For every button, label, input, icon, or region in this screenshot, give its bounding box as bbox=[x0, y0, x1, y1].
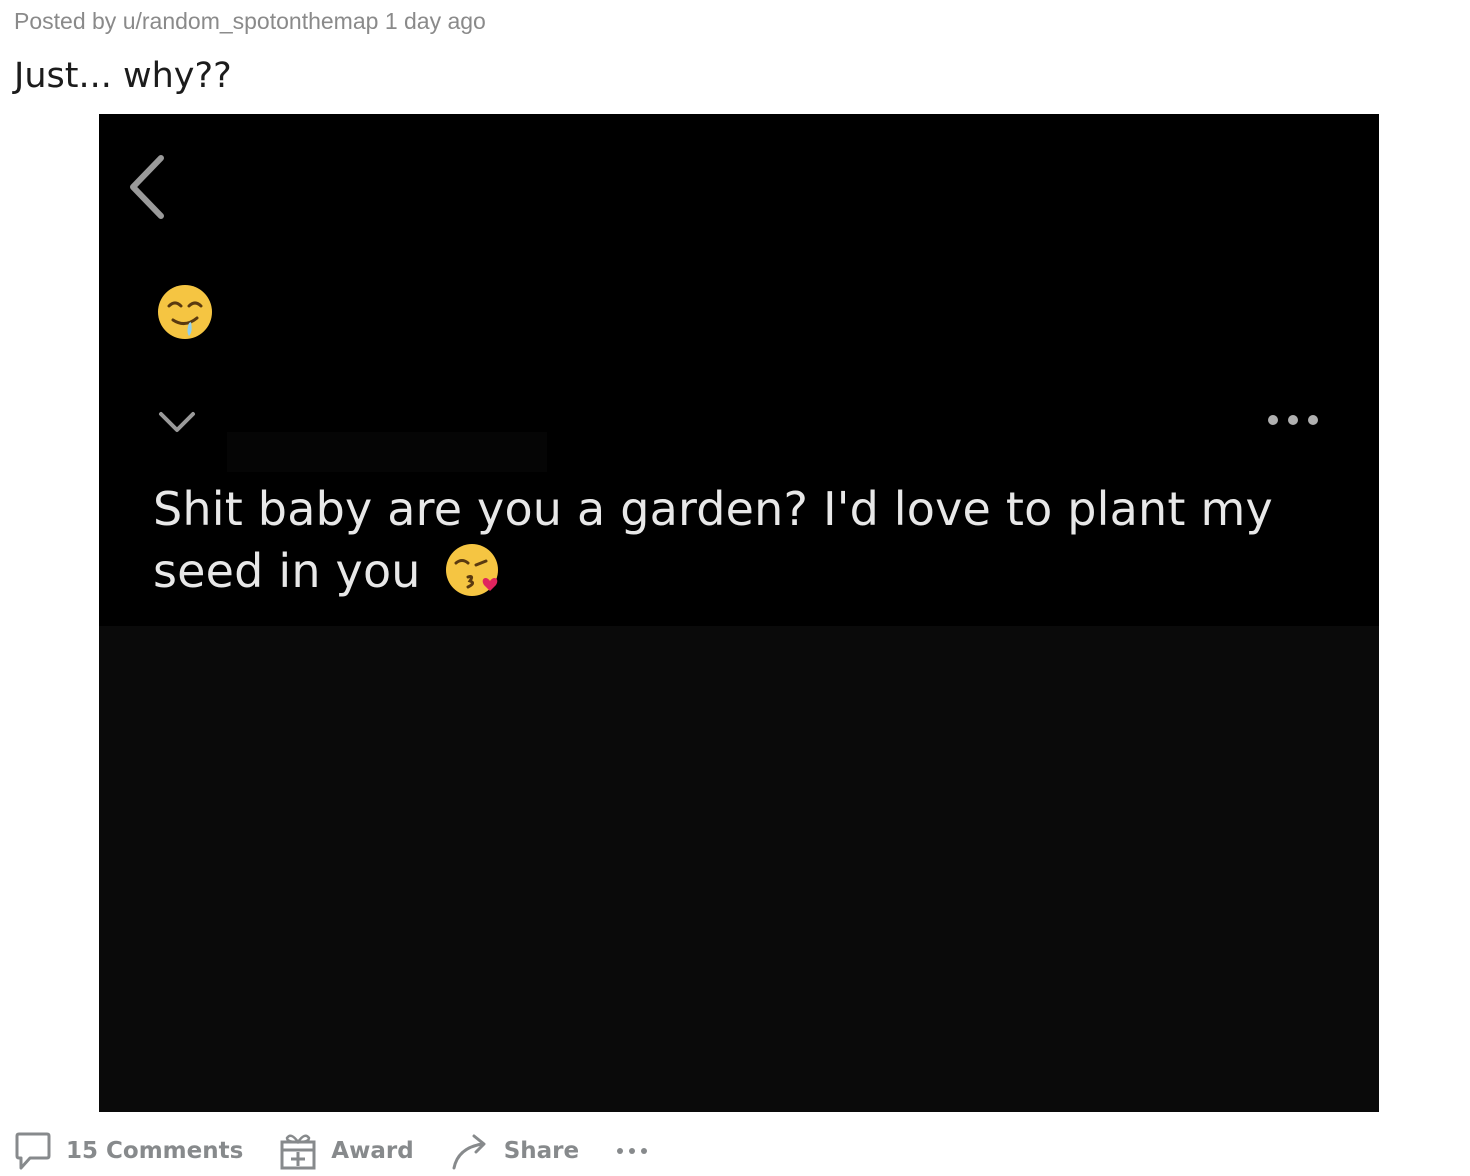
more-horizontal-icon bbox=[617, 1148, 648, 1154]
post-card: Posted by u/random_spotonthemap 1 day ag… bbox=[0, 0, 1470, 1176]
post-title[interactable]: Just... why?? bbox=[14, 56, 232, 96]
comment-bubble-icon bbox=[15, 1132, 51, 1170]
kissing-face-emoji bbox=[445, 543, 498, 596]
post-actions-bar: 15 Comments Award Share bbox=[14, 1126, 663, 1176]
share-arrow-icon bbox=[452, 1134, 486, 1170]
post-image[interactable]: Shit baby are you a garden? I'd love to … bbox=[99, 114, 1379, 1112]
award-label: Award bbox=[331, 1138, 414, 1164]
post-time: 1 day ago bbox=[384, 8, 486, 34]
drooling-face-emoji bbox=[158, 285, 212, 339]
post-meta: Posted by u/random_spotonthemap 1 day ag… bbox=[14, 8, 486, 35]
share-button[interactable]: Share bbox=[450, 1130, 579, 1172]
author-username-link[interactable]: u/random_spotonthemap bbox=[123, 8, 379, 34]
back-chevron-icon bbox=[130, 155, 164, 219]
more-options-icon bbox=[1268, 415, 1318, 425]
more-actions-button[interactable] bbox=[615, 1145, 663, 1157]
chevron-down-icon bbox=[159, 412, 195, 432]
award-button[interactable]: Award bbox=[279, 1130, 414, 1172]
redacted-name-area bbox=[227, 432, 547, 472]
message-text: Shit baby are you a garden? I'd love to … bbox=[153, 482, 1273, 598]
share-label: Share bbox=[503, 1138, 580, 1164]
comments-label: 15 Comments bbox=[66, 1138, 244, 1164]
posted-by-prefix: Posted by bbox=[14, 8, 117, 34]
gift-icon bbox=[280, 1134, 316, 1170]
comments-button[interactable]: 15 Comments bbox=[14, 1130, 243, 1172]
screenshot-message: Shit baby are you a garden? I'd love to … bbox=[153, 478, 1293, 602]
